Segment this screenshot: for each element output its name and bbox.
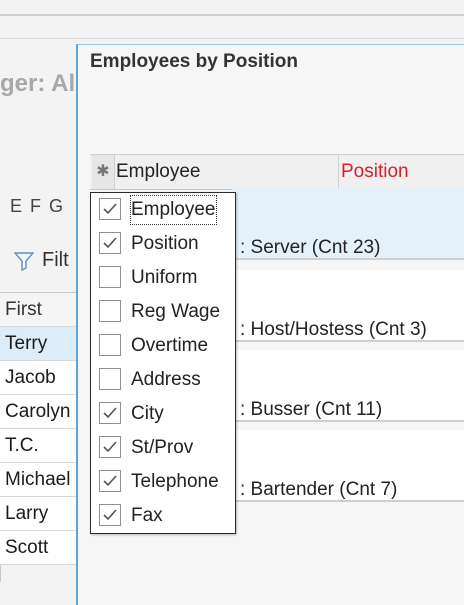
column-chooser-item-label: Employee — [129, 194, 218, 226]
grid-row[interactable]: Terry — [0, 327, 80, 361]
column-chooser-item[interactable]: Position — [91, 227, 235, 261]
checkmark-icon — [103, 407, 117, 419]
checkbox[interactable] — [99, 436, 121, 458]
column-chooser-item-label: Address — [131, 369, 201, 390]
alphabet-filter: EFG — [10, 196, 71, 217]
column-chooser-item[interactable]: Employee — [91, 193, 235, 227]
grid-row[interactable]: Michael — [0, 463, 80, 497]
letter-e[interactable]: E — [10, 196, 22, 217]
checkbox[interactable] — [99, 504, 121, 526]
asterisk-icon[interactable]: ✱ — [92, 155, 115, 189]
column-chooser-item-label: Telephone — [131, 471, 219, 492]
checkbox[interactable] — [99, 232, 121, 254]
checkbox[interactable] — [99, 198, 121, 220]
column-chooser-item[interactable]: Overtime — [91, 329, 235, 363]
group-row-label: : Bartender (Cnt 7) — [240, 479, 398, 500]
filter-icon — [14, 251, 34, 271]
checkbox[interactable] — [99, 470, 121, 492]
checkmark-icon — [103, 203, 117, 215]
letter-f[interactable]: F — [30, 196, 41, 217]
dialog-title: Employees by Position — [90, 51, 298, 72]
grid-row[interactable]: Carolyn — [0, 395, 80, 429]
group-row-label: : Busser (Cnt 11) — [240, 399, 383, 420]
column-header-row: ✱ Employee Position — [90, 154, 464, 190]
letter-g[interactable]: G — [49, 196, 63, 217]
checkmark-icon — [103, 509, 117, 521]
group-row-label: : Server (Cnt 23) — [240, 237, 381, 258]
column-chooser-item[interactable]: Uniform — [91, 261, 235, 295]
grid-row[interactable]: Jacob — [0, 361, 80, 395]
column-chooser-item[interactable]: Fax — [91, 499, 235, 533]
checkbox[interactable] — [99, 300, 121, 322]
column-header-position[interactable]: Position — [340, 155, 464, 189]
column-chooser-item[interactable]: Telephone — [91, 465, 235, 499]
employee-grid: First Terry Jacob Carolyn T.C. Michael Larry S… — [0, 292, 80, 565]
column-chooser-item-label: Fax — [131, 505, 163, 526]
grid-header-first[interactable]: First — [0, 293, 80, 327]
column-chooser-item-label: St/Prov — [131, 437, 194, 458]
grid-row[interactable]: T.C. — [0, 429, 80, 463]
checkbox[interactable] — [99, 266, 121, 288]
window-border — [0, 14, 464, 16]
checkbox[interactable] — [99, 368, 121, 390]
checkmark-icon — [103, 441, 117, 453]
column-chooser-item-label: Overtime — [131, 335, 209, 356]
checkmark-icon — [103, 475, 117, 487]
column-chooser-popup: Employee Position Uniform Reg Wage Overtime A… — [90, 192, 236, 534]
column-header-employee[interactable]: Employee — [116, 155, 339, 189]
column-chooser-item[interactable]: City — [91, 397, 235, 431]
filter-label: Filt — [42, 249, 69, 271]
column-chooser-item[interactable]: Reg Wage — [91, 295, 235, 329]
column-chooser-item-label: City — [131, 403, 164, 424]
window-divider — [0, 38, 464, 39]
group-row-label: : Host/Hostess (Cnt 3) — [240, 319, 427, 340]
grid-row[interactable]: Scott — [0, 531, 80, 565]
column-chooser-item[interactable]: St/Prov — [91, 431, 235, 465]
filter-button[interactable]: Filt — [14, 249, 69, 272]
checkbox[interactable] — [99, 402, 121, 424]
checkbox[interactable] — [99, 334, 121, 356]
checkmark-icon — [103, 237, 117, 249]
grid-row[interactable]: Larry — [0, 497, 80, 531]
column-chooser-item[interactable]: Address — [91, 363, 235, 397]
column-chooser-item-label: Uniform — [131, 267, 198, 288]
column-chooser-item-label: Reg Wage — [131, 301, 221, 322]
column-chooser-item-label: Position — [131, 233, 199, 254]
